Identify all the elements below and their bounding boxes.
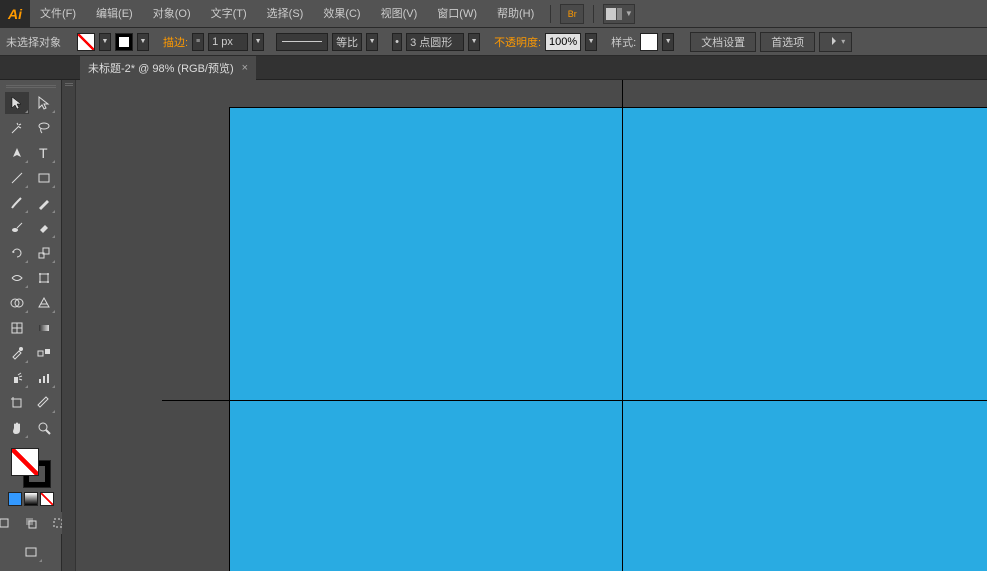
magic-wand-tool[interactable]	[5, 117, 29, 139]
direct-selection-tool[interactable]	[32, 92, 56, 114]
chevron-down-icon: ▾	[841, 37, 845, 46]
pencil-tool[interactable]	[32, 192, 56, 214]
fill-dropdown[interactable]: ▼	[99, 33, 111, 51]
color-mode-none[interactable]	[40, 492, 54, 506]
flyout-button[interactable]: ▾	[819, 32, 852, 52]
arrange-button[interactable]: ▼	[603, 4, 635, 24]
color-mode-gradient[interactable]	[24, 492, 38, 506]
zoom-tool[interactable]	[32, 417, 56, 439]
style-label: 样式:	[611, 34, 636, 50]
perspective-tool[interactable]	[32, 292, 56, 314]
tab-close-icon[interactable]: ×	[242, 62, 248, 74]
fill-swatch[interactable]	[77, 33, 95, 51]
scale-tool[interactable]	[32, 242, 56, 264]
stroke-label: 描边:	[163, 34, 188, 50]
brush-prev[interactable]: •	[392, 33, 402, 51]
stroke-weight-dropdown[interactable]: ≡	[192, 33, 204, 51]
opacity-dropdown[interactable]: ▼	[585, 33, 597, 51]
menu-select[interactable]: 选择(S)	[257, 0, 314, 28]
work-area: T	[0, 80, 987, 571]
symbol-sprayer-tool[interactable]	[5, 367, 29, 389]
hand-tool[interactable]	[5, 417, 29, 439]
screen-mode[interactable]	[19, 541, 43, 563]
menu-edit[interactable]: 编辑(E)	[86, 0, 143, 28]
draw-mode-normal[interactable]	[0, 512, 16, 534]
eraser-tool[interactable]	[32, 217, 56, 239]
style-swatch[interactable]	[640, 33, 658, 51]
svg-text:T: T	[39, 145, 48, 161]
doc-setup-button[interactable]: 文档设置	[690, 32, 756, 52]
prefs-button[interactable]: 首选项	[760, 32, 815, 52]
stroke-uniform[interactable]: 等比	[332, 33, 362, 51]
color-mode-row	[8, 492, 54, 506]
menu-divider	[550, 5, 551, 23]
menu-divider	[593, 5, 594, 23]
blob-brush-tool[interactable]	[5, 217, 29, 239]
canvas-area[interactable]	[62, 80, 987, 571]
artboard[interactable]	[229, 107, 987, 571]
selection-status: 未选择对象	[6, 34, 61, 50]
chevron-down-icon: ▼	[625, 9, 633, 18]
lasso-tool[interactable]	[32, 117, 56, 139]
color-mode-solid[interactable]	[8, 492, 22, 506]
menu-effect[interactable]: 效果(C)	[313, 0, 370, 28]
free-transform-tool[interactable]	[32, 267, 56, 289]
width-tool[interactable]	[5, 267, 29, 289]
style-dropdown[interactable]: ▼	[662, 33, 674, 51]
gradient-tool[interactable]	[32, 317, 56, 339]
panel-gutter[interactable]	[62, 80, 76, 571]
slice-tool[interactable]	[32, 392, 56, 414]
pen-tool[interactable]	[5, 142, 29, 164]
panel-grip[interactable]	[6, 82, 56, 90]
opacity-field[interactable]: 100%	[545, 33, 581, 51]
fill-stroke-control[interactable]	[11, 448, 51, 488]
brush-dropdown[interactable]: ▼	[468, 33, 480, 51]
type-tool[interactable]: T	[32, 142, 56, 164]
stroke-weight-field[interactable]: 1 px	[208, 33, 248, 51]
menu-window[interactable]: 窗口(W)	[427, 0, 487, 28]
rotate-tool[interactable]	[5, 242, 29, 264]
mesh-tool[interactable]	[5, 317, 29, 339]
rectangle-tool[interactable]	[32, 167, 56, 189]
shape-builder-tool[interactable]	[5, 292, 29, 314]
tab-title: 未标题-2* @ 98% (RGB/预览)	[88, 60, 234, 76]
line-tool[interactable]	[5, 167, 29, 189]
artboard-tool[interactable]	[5, 392, 29, 414]
bridge-button[interactable]: Br	[560, 4, 584, 24]
stroke-swatch[interactable]	[115, 33, 133, 51]
document-tabs: 未标题-2* @ 98% (RGB/预览) ×	[0, 56, 987, 80]
menu-bar: Ai 文件(F) 编辑(E) 对象(O) 文字(T) 选择(S) 效果(C) 视…	[0, 0, 987, 28]
stroke-dropdown[interactable]: ▼	[137, 33, 149, 51]
stroke-profile[interactable]	[276, 33, 328, 51]
selection-tool[interactable]	[5, 92, 29, 114]
layout-icon	[606, 8, 622, 20]
stroke-profile-dropdown[interactable]: ▼	[366, 33, 378, 51]
paintbrush-tool[interactable]	[5, 192, 29, 214]
tool-panel: T	[0, 80, 62, 571]
blend-tool[interactable]	[32, 342, 56, 364]
guide-horizontal[interactable]	[162, 400, 987, 401]
draw-mode-behind[interactable]	[19, 512, 43, 534]
app-icon: Ai	[0, 0, 30, 28]
document-tab[interactable]: 未标题-2* @ 98% (RGB/预览) ×	[80, 56, 256, 80]
menu-type[interactable]: 文字(T)	[201, 0, 257, 28]
options-bar: 未选择对象 ▼ ▼ 描边: ≡ 1 px ▼ 等比 ▼ • 3 点圆形 ▼ 不透…	[0, 28, 987, 56]
menu-help[interactable]: 帮助(H)	[487, 0, 544, 28]
brush-field[interactable]: 3 点圆形	[406, 33, 464, 51]
menu-view[interactable]: 视图(V)	[371, 0, 428, 28]
menu-file[interactable]: 文件(F)	[30, 0, 86, 28]
guide-vertical[interactable]	[622, 80, 623, 571]
graph-tool[interactable]	[32, 367, 56, 389]
menu-object[interactable]: 对象(O)	[143, 0, 201, 28]
stroke-weight-step[interactable]: ▼	[252, 33, 264, 51]
pin-icon	[826, 36, 838, 48]
opacity-label: 不透明度:	[494, 34, 541, 50]
eyedropper-tool[interactable]	[5, 342, 29, 364]
fill-color[interactable]	[11, 448, 39, 476]
